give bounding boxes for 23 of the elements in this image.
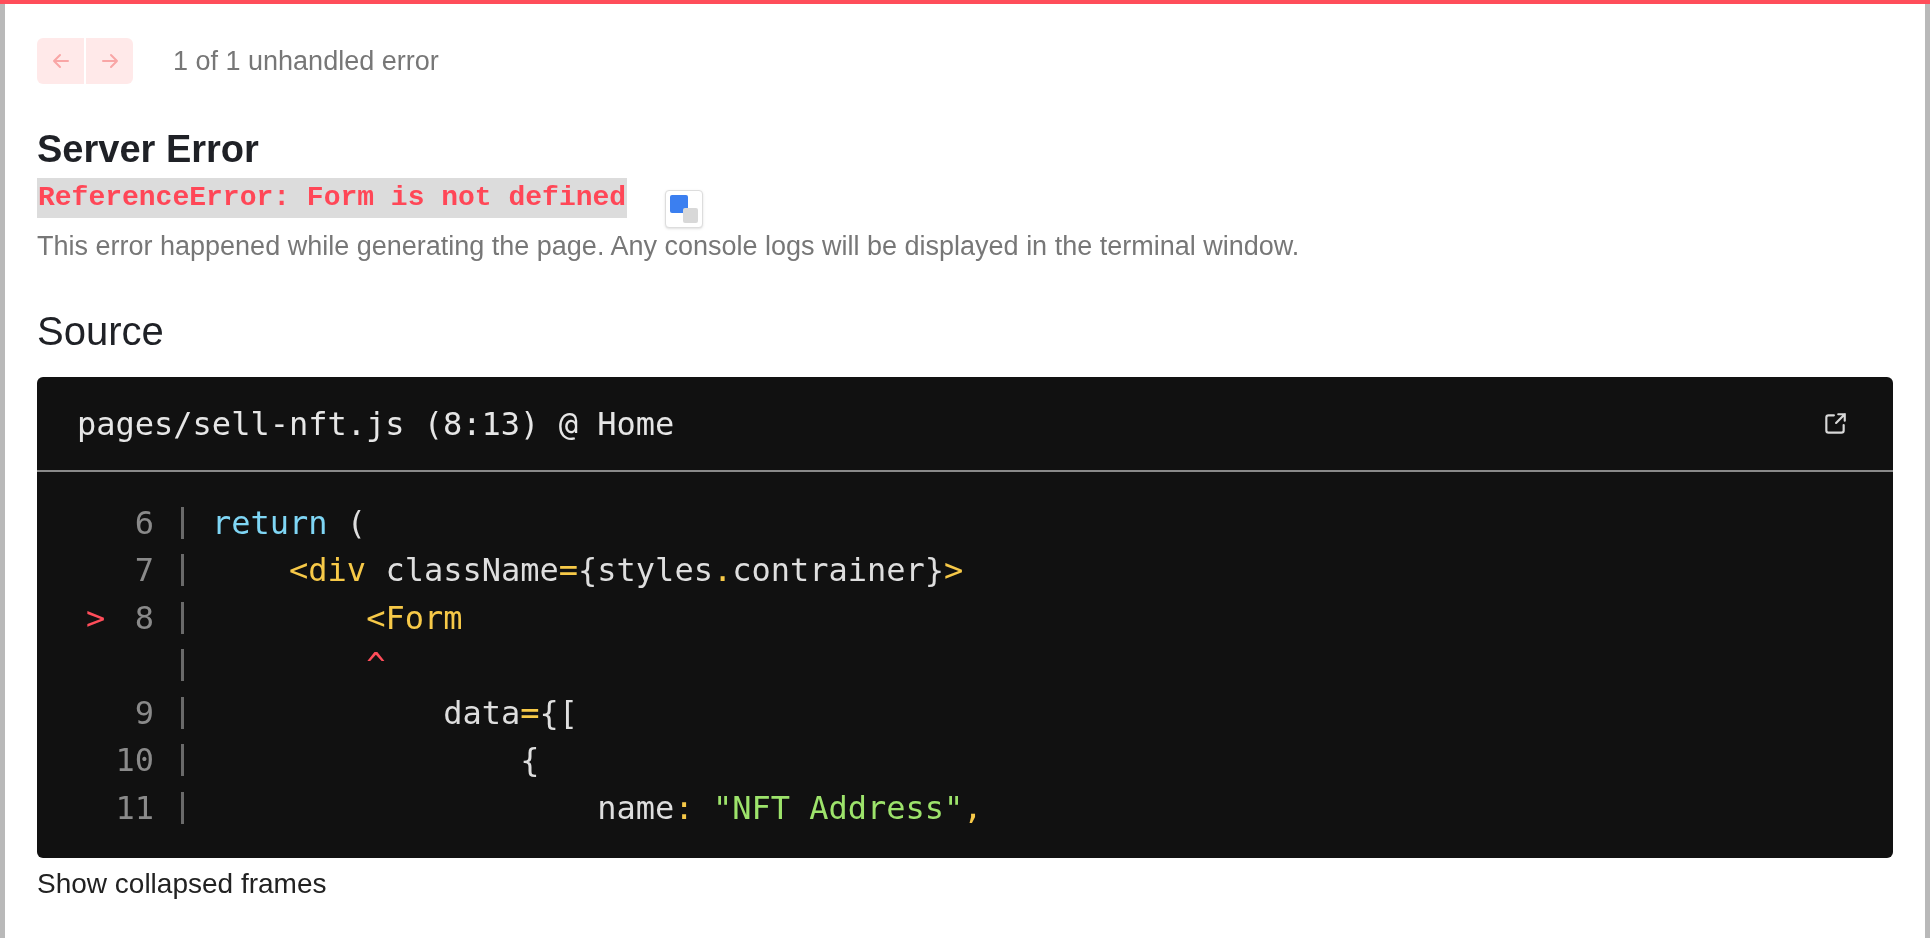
line-number: 8 <box>133 597 154 639</box>
code-line: name: "NFT Address", <box>596 787 983 829</box>
line-number: 6 <box>133 502 154 544</box>
line-number: 9 <box>133 692 154 734</box>
error-line-marker: > <box>85 597 107 639</box>
error-description: This error happened while generating the page. Any console logs will be displayed in the terminal window. <box>37 230 1300 263</box>
file-location: pages/sell-nft.js (8:13) @ Home <box>77 403 675 445</box>
code-line: <Form <box>365 597 463 639</box>
error-message: ReferenceError: Form is not defined <box>37 178 628 218</box>
code-line: return ( <box>212 502 367 544</box>
error-title: Server Error <box>37 127 259 172</box>
code-line: { <box>519 740 540 782</box>
line-number: 11 <box>114 787 154 829</box>
open-external-icon[interactable] <box>1822 410 1848 437</box>
error-counter: 1 of 1 unhandled error <box>173 44 439 78</box>
section-heading: Source <box>37 308 164 355</box>
line-number: 10 <box>114 740 154 782</box>
line-number: 7 <box>133 550 154 592</box>
show-collapsed-frames-link[interactable]: Show collapsed frames <box>37 866 327 901</box>
code-line: ^ <box>365 645 386 687</box>
translate-icon[interactable] <box>665 190 703 228</box>
code-line: <div className={styles.contrainer}> <box>288 550 964 592</box>
code-line: data={[ <box>442 692 579 734</box>
